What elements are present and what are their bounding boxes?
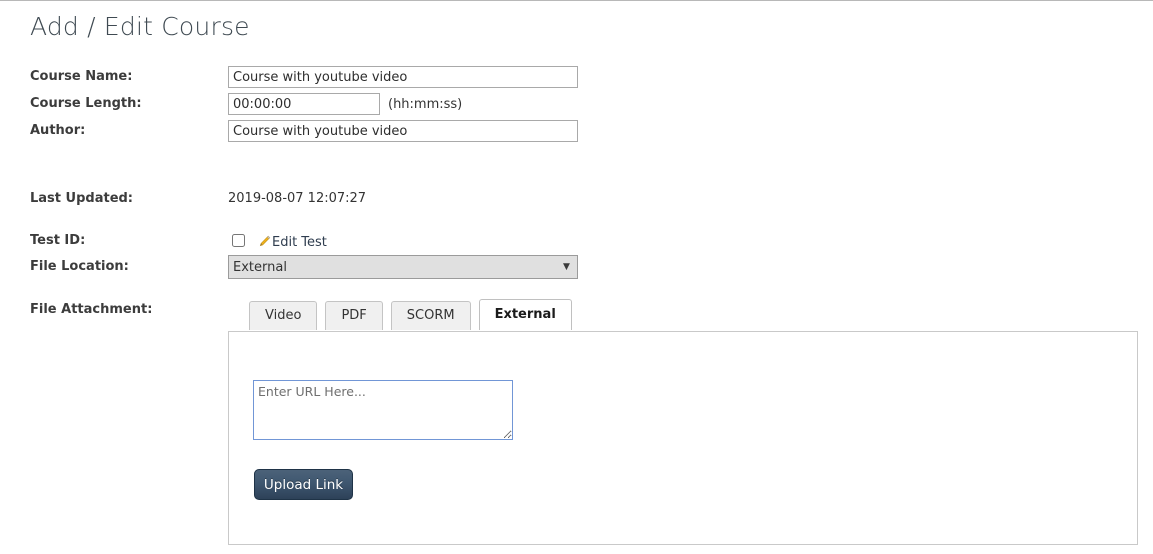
tab-video[interactable]: Video [249,301,318,330]
tab-external[interactable]: External [478,299,572,330]
upload-link-button[interactable]: Upload Link [254,469,353,500]
last-updated-label: Last Updated: [30,191,134,206]
file-location-select[interactable]: External [228,255,578,279]
edit-test-link[interactable]: Edit Test [258,234,327,252]
file-attachment-tabs: Video PDF SCORM External [249,299,580,331]
edit-test-label: Edit Test [272,235,327,250]
page-top-divider [0,0,1153,1]
field-row-author: Author: [0,120,1153,143]
author-input[interactable] [228,120,578,142]
course-length-label: Course Length: [30,96,142,111]
file-location-label: File Location: [30,259,129,274]
last-updated-value: 2019-08-07 12:07:27 [228,191,367,206]
pencil-icon [258,235,271,248]
test-id-checkbox[interactable] [232,234,245,247]
tab-pdf[interactable]: PDF [325,301,383,330]
field-row-file-location: File Location: External ▼ [0,255,1153,279]
file-attachment-label: File Attachment: [30,302,153,317]
field-row-course-length: Course Length: (hh:mm:ss) [0,93,1153,116]
author-label: Author: [30,123,86,138]
course-length-format-hint: (hh:mm:ss) [388,97,463,112]
test-id-label: Test ID: [30,233,86,248]
course-name-input[interactable] [228,66,578,88]
field-row-course-name: Course Name: [0,66,1153,89]
url-input[interactable] [253,380,513,440]
page-title: Add / Edit Course [30,12,250,41]
tab-scorm[interactable]: SCORM [390,301,471,330]
field-row-test-id: Test ID: Edit Test [0,231,1153,253]
course-length-input[interactable] [228,93,380,115]
field-row-last-updated: Last Updated: 2019-08-07 12:07:27 [0,189,1153,211]
course-name-label: Course Name: [30,69,133,84]
